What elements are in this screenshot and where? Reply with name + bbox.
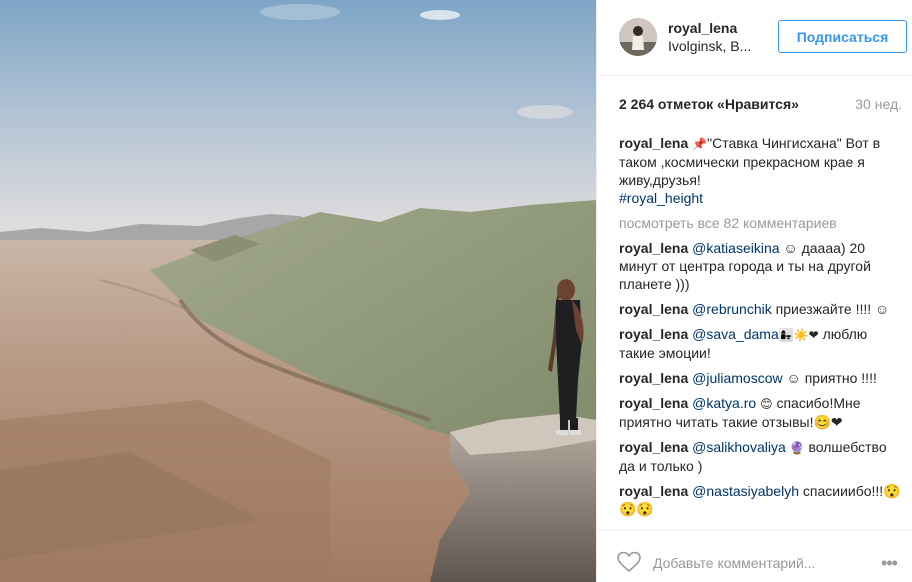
post-sidebar: royal_lena Ivolginsk, B... Подписаться 2… bbox=[596, 0, 912, 582]
username-link[interactable]: royal_lena bbox=[668, 20, 737, 36]
comment-author[interactable]: royal_lena bbox=[619, 326, 688, 342]
location-link[interactable]: Ivolginsk, B... bbox=[668, 38, 760, 54]
heart-outline-icon[interactable] bbox=[617, 551, 643, 575]
caption-hashtag[interactable]: #royal_height bbox=[619, 190, 703, 206]
add-comment-bar: ••• bbox=[597, 530, 912, 582]
follow-button[interactable]: Подписаться bbox=[778, 20, 907, 53]
comment-mention[interactable]: @nastasiyabelyh bbox=[692, 483, 799, 499]
comment-author[interactable]: royal_lena bbox=[619, 439, 688, 455]
pushpin-icon: 📌 bbox=[692, 137, 708, 151]
comment-mention[interactable]: @rebrunchik bbox=[692, 301, 772, 317]
comment-author[interactable]: royal_lena bbox=[619, 395, 688, 411]
comment-author[interactable]: royal_lena bbox=[619, 370, 688, 386]
list-item: royal_lena @salikhovaliya 🔮 волшебство д… bbox=[619, 438, 901, 475]
avatar[interactable] bbox=[619, 18, 657, 56]
caption: royal_lena 📌"Ставка Чингисхана" Вот в та… bbox=[619, 134, 901, 207]
list-item: royal_lena @sava_dama👩‍👧☀️❤ люблю такие … bbox=[619, 325, 901, 362]
comment-text: приезжайте !!!! ☺ bbox=[775, 301, 890, 317]
comment-author[interactable]: royal_lena bbox=[619, 240, 688, 256]
post-header: royal_lena Ivolginsk, B... Подписаться bbox=[597, 0, 912, 76]
post-photo[interactable] bbox=[0, 0, 596, 582]
comment-mention[interactable]: @sava_dama bbox=[692, 326, 779, 342]
comments-list: royal_lena 📌"Ставка Чингисхана" Вот в та… bbox=[619, 134, 901, 525]
steppe-landscape-image bbox=[0, 0, 596, 582]
comment-text: ☺ приятно !!!! bbox=[786, 370, 877, 386]
comment-emoji: 🔮 bbox=[789, 441, 805, 455]
list-item: royal_lena @katya.ro 😊 спасибо!Мне прият… bbox=[619, 394, 901, 431]
likes-count[interactable]: 2 264 отметок «Нравится» bbox=[619, 96, 799, 112]
comment-mention[interactable]: @salikhovaliya bbox=[692, 439, 786, 455]
instagram-post: royal_lena Ivolginsk, B... Подписаться 2… bbox=[0, 0, 912, 582]
comment-author[interactable]: royal_lena bbox=[619, 301, 688, 317]
comment-mention[interactable]: @katya.ro bbox=[692, 395, 756, 411]
comment-mention[interactable]: @juliamoscow bbox=[692, 370, 782, 386]
comment-emoji: 👩‍👧☀️❤ bbox=[778, 328, 819, 342]
list-item: royal_lena @katiaseikina ☺ даааа) 20 мин… bbox=[619, 239, 901, 293]
view-all-comments-link[interactable]: посмотреть все 82 комментариев bbox=[619, 214, 901, 232]
avatar-image bbox=[619, 18, 657, 56]
post-date[interactable]: 30 нед. bbox=[855, 96, 902, 112]
comment-mention[interactable]: @katiaseikina bbox=[692, 240, 779, 256]
list-item: royal_lena @juliamoscow ☺ приятно !!!! bbox=[619, 369, 901, 387]
comment-author[interactable]: royal_lena bbox=[619, 483, 688, 499]
comment-emoji: 😊 bbox=[760, 397, 773, 411]
caption-author[interactable]: royal_lena bbox=[619, 135, 688, 151]
ellipsis-icon[interactable]: ••• bbox=[877, 553, 901, 573]
list-item: royal_lena @nastasiyabelyh спасииибо!!!😯… bbox=[619, 482, 901, 518]
comment-input[interactable] bbox=[653, 549, 873, 577]
list-item: royal_lena @rebrunchik приезжайте !!!! ☺ bbox=[619, 300, 901, 318]
